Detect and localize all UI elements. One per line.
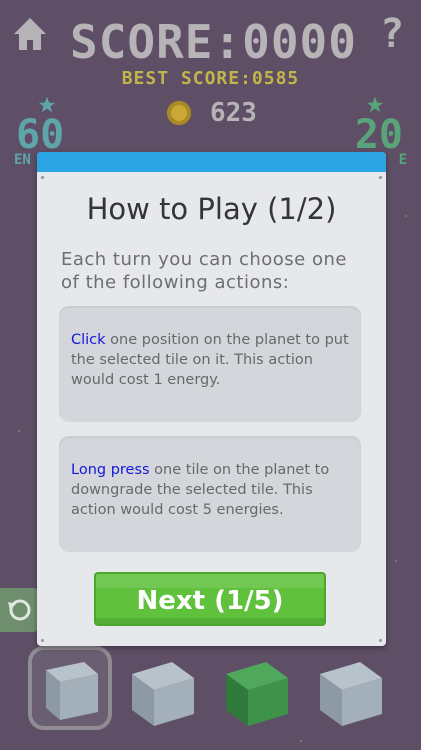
background-star <box>18 430 20 432</box>
undo-button[interactable] <box>0 588 38 632</box>
home-icon[interactable] <box>12 16 48 52</box>
coin-count: 623 <box>210 98 257 128</box>
grey-cube-tile <box>132 662 194 726</box>
grey-cube-tile <box>46 662 98 720</box>
tile-slot[interactable] <box>128 648 210 730</box>
action-detail: one position on the planet to put the se… <box>71 332 349 388</box>
tile-slot[interactable] <box>222 648 304 730</box>
dialog-intro: Each turn you can choose one of the foll… <box>61 249 347 293</box>
dialog-title: How to Play (1/2) <box>86 192 337 226</box>
grey-cube-tile <box>320 662 382 726</box>
next-button[interactable]: Next (1/5) <box>94 572 326 626</box>
tile-slot-selected[interactable] <box>28 646 112 730</box>
background-star <box>405 215 407 217</box>
help-icon[interactable]: ? <box>377 12 407 58</box>
action-card-click: Click one position on the planet to put … <box>59 306 361 422</box>
right-counter-label: E <box>398 152 407 168</box>
background-star <box>395 560 397 562</box>
corner-rivet <box>379 176 382 179</box>
best-score: BEST SCORE:0585 <box>121 68 300 89</box>
corner-rivet <box>41 176 44 179</box>
corner-rivet <box>379 639 382 642</box>
corner-rivet <box>41 639 44 642</box>
action-description: Long press one tile on the planet to dow… <box>71 460 351 520</box>
coin-icon <box>167 101 191 125</box>
green-cube-tile <box>226 662 288 726</box>
tile-slot[interactable] <box>316 648 398 730</box>
action-description: Click one position on the planet to put … <box>71 330 351 390</box>
how-to-play-dialog: How to Play (1/2) Each turn you can choo… <box>37 152 386 646</box>
action-card-long-press: Long press one tile on the planet to dow… <box>59 436 361 552</box>
undo-icon <box>8 599 31 621</box>
dialog-header-band <box>37 152 386 172</box>
action-keyword: Click <box>71 332 106 348</box>
action-keyword: Long press <box>71 462 150 478</box>
energy-label: EN <box>14 152 31 168</box>
background-star <box>300 740 302 742</box>
score-display: SCORE:0000 <box>70 15 357 69</box>
